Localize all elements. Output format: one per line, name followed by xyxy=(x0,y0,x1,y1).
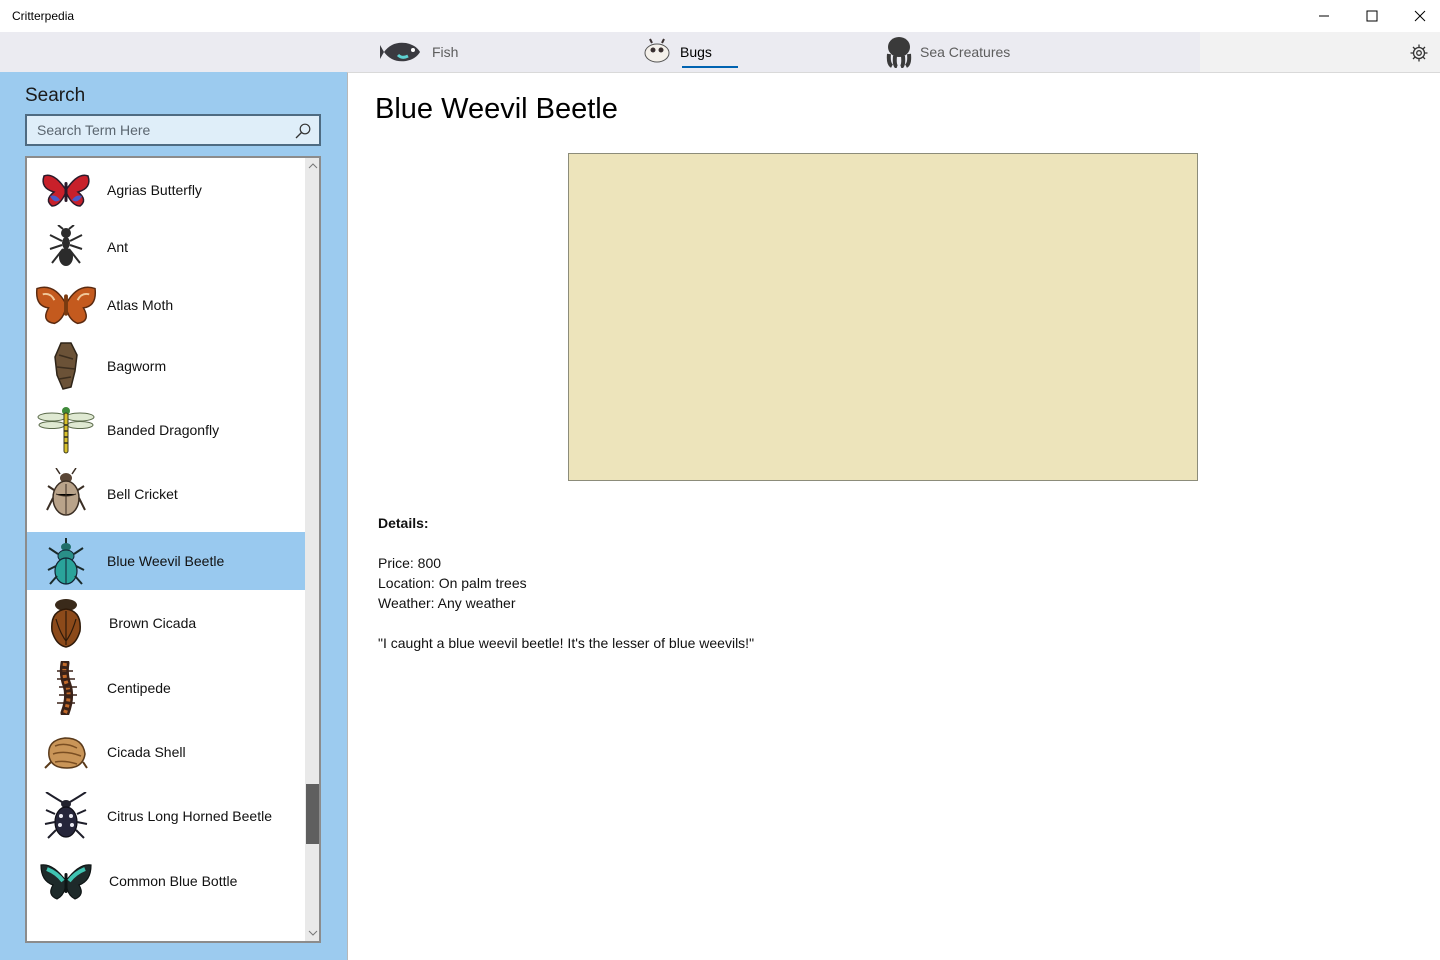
shell-icon xyxy=(35,726,97,778)
minimize-button[interactable] xyxy=(1301,0,1347,32)
butterfly-icon xyxy=(35,855,97,907)
active-tab-indicator xyxy=(682,66,738,68)
chevron-up-icon xyxy=(308,163,318,169)
quote-text: "I caught a blue weevil beetle! It's the… xyxy=(378,635,755,651)
list-item[interactable]: Centipede xyxy=(27,656,305,720)
maximize-icon xyxy=(1366,10,1378,22)
ant-icon xyxy=(35,221,97,273)
sidebar: Search Agrias Butterfly xyxy=(0,72,347,960)
list-item-label: Common Blue Bottle xyxy=(109,873,238,889)
list-item-label: Banded Dragonfly xyxy=(107,422,220,438)
list-item[interactable]: Brown Cicada xyxy=(27,590,305,656)
critter-image-placeholder xyxy=(568,153,1198,481)
moth-icon xyxy=(35,279,97,331)
scroll-down-button[interactable] xyxy=(305,925,319,941)
list-item-label: Agrias Butterfly xyxy=(107,182,202,198)
details-section: Details: Price: 800 Location: On palm tr… xyxy=(378,513,754,653)
page-title: Blue Weevil Beetle xyxy=(375,93,618,125)
list-item-label: Bell Cricket xyxy=(107,486,178,502)
search-heading: Search xyxy=(25,85,86,106)
chevron-down-icon xyxy=(308,930,318,936)
list-item-label: Ant xyxy=(107,239,129,255)
scroll-thumb[interactable] xyxy=(306,784,319,844)
detail-panel: Blue Weevil Beetle Details: Price: 800 L… xyxy=(347,72,1440,960)
cricket-icon xyxy=(35,468,97,520)
butterfly-icon xyxy=(35,164,97,216)
settings-button[interactable] xyxy=(1406,40,1432,66)
minimize-icon xyxy=(1319,15,1329,17)
details-heading: Details: xyxy=(378,515,429,531)
search-icon xyxy=(295,123,311,139)
centipede-icon xyxy=(35,661,97,715)
list-item-label: Cicada Shell xyxy=(107,744,186,760)
beetle-icon xyxy=(35,535,97,587)
octopus-icon xyxy=(886,37,912,68)
app-title: Critterpedia xyxy=(12,9,75,23)
tab-fish-label: Fish xyxy=(432,44,459,60)
price-text: Price: 800 xyxy=(378,555,442,571)
list-item[interactable]: Ant xyxy=(27,218,305,276)
list-item[interactable]: Common Blue Bottle xyxy=(27,848,305,914)
list-item[interactable]: Cicada Shell xyxy=(27,720,305,784)
close-icon xyxy=(1414,10,1426,22)
list-item[interactable]: Bell Cricket xyxy=(27,462,305,526)
weather-text: Weather: Any weather xyxy=(378,595,516,611)
list-item-label: Centipede xyxy=(107,680,171,696)
list-item-label: Atlas Moth xyxy=(107,297,174,313)
scroll-up-button[interactable] xyxy=(305,158,319,174)
fish-icon xyxy=(380,42,420,62)
tab-sea-creatures-label: Sea Creatures xyxy=(920,44,1011,60)
list-item[interactable]: Atlas Moth xyxy=(27,276,305,334)
list-item-label: Bagworm xyxy=(107,358,167,374)
list-item-label: Citrus Long Horned Beetle xyxy=(107,808,272,824)
cicada-icon xyxy=(35,597,97,649)
nav-bar: Fish Bugs Sea Creatures xyxy=(0,32,1440,72)
tab-fish[interactable]: Fish xyxy=(380,32,458,72)
tab-sea-creatures[interactable]: Sea Creatures xyxy=(886,32,1010,72)
longhorn-beetle-icon xyxy=(35,790,97,842)
dragonfly-icon xyxy=(35,404,97,456)
list-item-selected[interactable]: Blue Weevil Beetle xyxy=(27,532,305,590)
critter-list[interactable]: Agrias Butterfly Ant Atlas Moth Bagworm … xyxy=(25,156,321,943)
location-text: Location: On palm trees xyxy=(378,575,527,591)
list-item-label: Brown Cicada xyxy=(109,615,197,631)
search-input[interactable] xyxy=(27,116,285,144)
tab-bugs-label: Bugs xyxy=(680,44,712,60)
list-item[interactable]: Citrus Long Horned Beetle xyxy=(27,784,305,848)
list-item-label: Blue Weevil Beetle xyxy=(107,553,225,569)
search-box xyxy=(25,114,321,146)
list-item[interactable]: Banded Dragonfly xyxy=(27,398,305,462)
nav-right-area xyxy=(1200,32,1440,72)
bug-icon xyxy=(644,38,670,63)
close-button[interactable] xyxy=(1397,0,1440,32)
list-scrollbar[interactable] xyxy=(305,158,319,941)
gear-icon xyxy=(1410,44,1428,62)
bagworm-icon xyxy=(35,340,97,392)
list-item[interactable]: Bagworm xyxy=(27,334,305,398)
maximize-button[interactable] xyxy=(1349,0,1395,32)
list-item[interactable]: Agrias Butterfly xyxy=(27,162,305,218)
title-bar: Critterpedia xyxy=(0,0,1440,32)
search-button[interactable] xyxy=(293,121,313,141)
